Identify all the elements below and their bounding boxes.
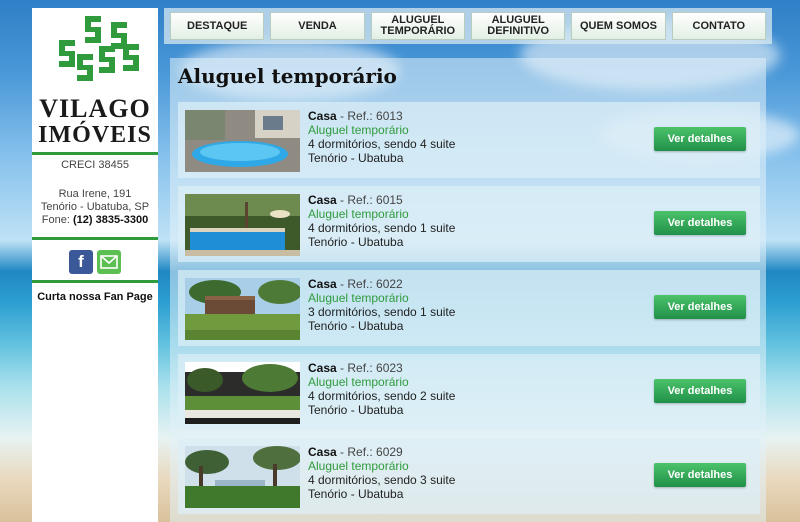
- listing-mode: Aluguel temporário: [308, 375, 409, 389]
- phone-number: (12) 3835-3300: [72, 214, 149, 226]
- nav-quem-somos[interactable]: QUEM SOMOS: [571, 12, 666, 40]
- address-block: Rua Irene, 191 Tenório - Ubatuba, SP Fon…: [32, 188, 158, 227]
- details-button[interactable]: Ver detalhes: [654, 379, 746, 403]
- listing-ref: - Ref.: 6013: [336, 109, 403, 123]
- listing-location: Tenório - Ubatuba: [308, 487, 404, 501]
- listing-rooms: 4 dormitórios, sendo 2 suite: [308, 389, 456, 403]
- listing-type: Casa: [308, 193, 337, 207]
- listing-type: Casa: [308, 445, 337, 459]
- details-button[interactable]: Ver detalhes: [654, 127, 746, 151]
- nav-aluguel-definitivo[interactable]: ALUGUEL DEFINITIVO: [470, 12, 566, 40]
- listing-card: Casa - Ref.: 6022 Aluguel temporário 3 d…: [178, 270, 760, 346]
- creci-number: CRECI 38455: [61, 159, 129, 171]
- brand-subtitle: IMÓVEIS: [38, 122, 152, 148]
- fan-page-link[interactable]: Curta nossa Fan Page: [32, 291, 158, 303]
- listing-rooms: 4 dormitórios, sendo 4 suite: [308, 137, 456, 151]
- listing-location: Tenório - Ubatuba: [308, 151, 404, 165]
- listing-ref: - Ref.: 6029: [336, 445, 403, 459]
- property-photo[interactable]: [185, 278, 300, 340]
- listing-card: Casa - Ref.: 6023 Aluguel temporário 4 d…: [178, 354, 760, 430]
- property-photo[interactable]: [185, 362, 300, 424]
- listing-card: Casa - Ref.: 6029 Aluguel temporário 4 d…: [178, 438, 760, 514]
- listing-card: Casa - Ref.: 6013 Aluguel temporário 4 d…: [178, 102, 760, 178]
- brand-name: VILAGO: [39, 94, 151, 123]
- listing-type: Casa: [308, 277, 337, 291]
- listing-location: Tenório - Ubatuba: [308, 235, 404, 249]
- page-title: Aluguel temporário: [178, 64, 397, 88]
- listing-info: Casa - Ref.: 6023 Aluguel temporário 4 d…: [308, 361, 455, 417]
- address-city: Tenório - Ubatuba, SP: [40, 201, 150, 213]
- listing-location: Tenório - Ubatuba: [308, 319, 404, 333]
- listing-info: Casa - Ref.: 6029 Aluguel temporário 4 d…: [308, 445, 455, 501]
- nav-destaque[interactable]: DESTAQUE: [170, 12, 265, 40]
- listing-mode: Aluguel temporário: [308, 207, 409, 221]
- listing-rooms: 4 dormitórios, sendo 1 suite: [308, 221, 456, 235]
- details-button[interactable]: Ver detalhes: [654, 463, 746, 487]
- listing-type: Casa: [308, 361, 337, 375]
- divider: [32, 237, 158, 240]
- details-button[interactable]: Ver detalhes: [654, 211, 746, 235]
- logo-s-icon[interactable]: [47, 14, 143, 94]
- nav-venda[interactable]: VENDA: [270, 12, 365, 40]
- phone-label: Fone:: [41, 214, 70, 226]
- address-street: Rua Irene, 191: [58, 188, 132, 200]
- phone: Fone: (12) 3835-3300: [32, 214, 158, 227]
- listing-mode: Aluguel temporário: [308, 459, 409, 473]
- divider: [32, 152, 158, 155]
- main-content: Aluguel temporário Casa - Ref.: 6013 Alu…: [170, 58, 766, 522]
- social-links: f: [32, 250, 158, 274]
- listing-ref: - Ref.: 6022: [336, 277, 403, 291]
- listing-rooms: 3 dormitórios, sendo 1 suite: [308, 305, 456, 319]
- listing-info: Casa - Ref.: 6013 Aluguel temporário 4 d…: [308, 109, 455, 165]
- listing-location: Tenório - Ubatuba: [308, 403, 404, 417]
- nav-aluguel-temporario[interactable]: ALUGUEL TEMPORÁRIO: [370, 12, 465, 40]
- divider: [32, 280, 158, 283]
- main-nav: DESTAQUE VENDA ALUGUEL TEMPORÁRIO ALUGUE…: [164, 8, 772, 44]
- property-photo[interactable]: [185, 194, 300, 256]
- email-icon[interactable]: [97, 250, 121, 274]
- sidebar: VILAGO IMÓVEIS CRECI 38455 Rua Irene, 19…: [32, 8, 158, 522]
- listing-info: Casa - Ref.: 6022 Aluguel temporário 3 d…: [308, 277, 455, 333]
- listing-mode: Aluguel temporário: [308, 123, 409, 137]
- listing-ref: - Ref.: 6015: [336, 193, 403, 207]
- property-photo[interactable]: [185, 110, 300, 172]
- listing-type: Casa: [308, 109, 337, 123]
- listing-card: Casa - Ref.: 6015 Aluguel temporário 4 d…: [178, 186, 760, 262]
- listing-rooms: 4 dormitórios, sendo 3 suite: [308, 473, 456, 487]
- listing-mode: Aluguel temporário: [308, 291, 409, 305]
- property-photo[interactable]: [185, 446, 300, 508]
- facebook-icon[interactable]: f: [69, 250, 93, 274]
- details-button[interactable]: Ver detalhes: [654, 295, 746, 319]
- listing-ref: - Ref.: 6023: [336, 361, 403, 375]
- listing-info: Casa - Ref.: 6015 Aluguel temporário 4 d…: [308, 193, 455, 249]
- nav-contato[interactable]: CONTATO: [671, 12, 766, 40]
